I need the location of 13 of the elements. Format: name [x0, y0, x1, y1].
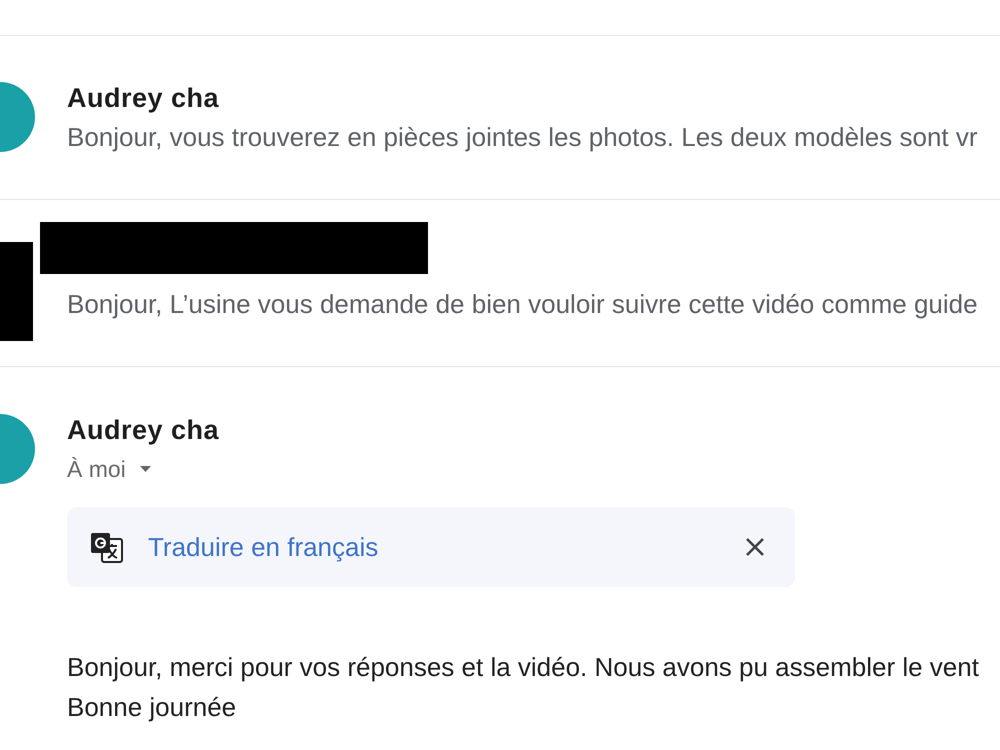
translate-icon — [90, 532, 123, 562]
body-text: Bonjour, merci pour vos réponses et la vidéo. Nous avons pu assembler le vent — [67, 651, 980, 684]
message-snippet: Bonjour, L’usine vous demande de bien vouloir suivre cette vidéo comme guide — [67, 288, 979, 320]
recipient-dropdown[interactable]: À moi — [67, 456, 151, 482]
message-snippet: Bonjour, vous trouverez en pièces jointes les photos. Les deux modèles sont vr — [67, 121, 979, 153]
translate-link[interactable]: Traduire en français — [148, 531, 378, 563]
sender-name: Audrey cha — [67, 414, 220, 446]
close-icon — [745, 537, 765, 557]
avatar-icon — [0, 82, 35, 152]
body-text: Bonne journée — [67, 691, 238, 724]
caret-icon — [140, 466, 151, 472]
sender-name: Audrey cha — [67, 82, 220, 114]
avatar-icon — [0, 414, 35, 484]
